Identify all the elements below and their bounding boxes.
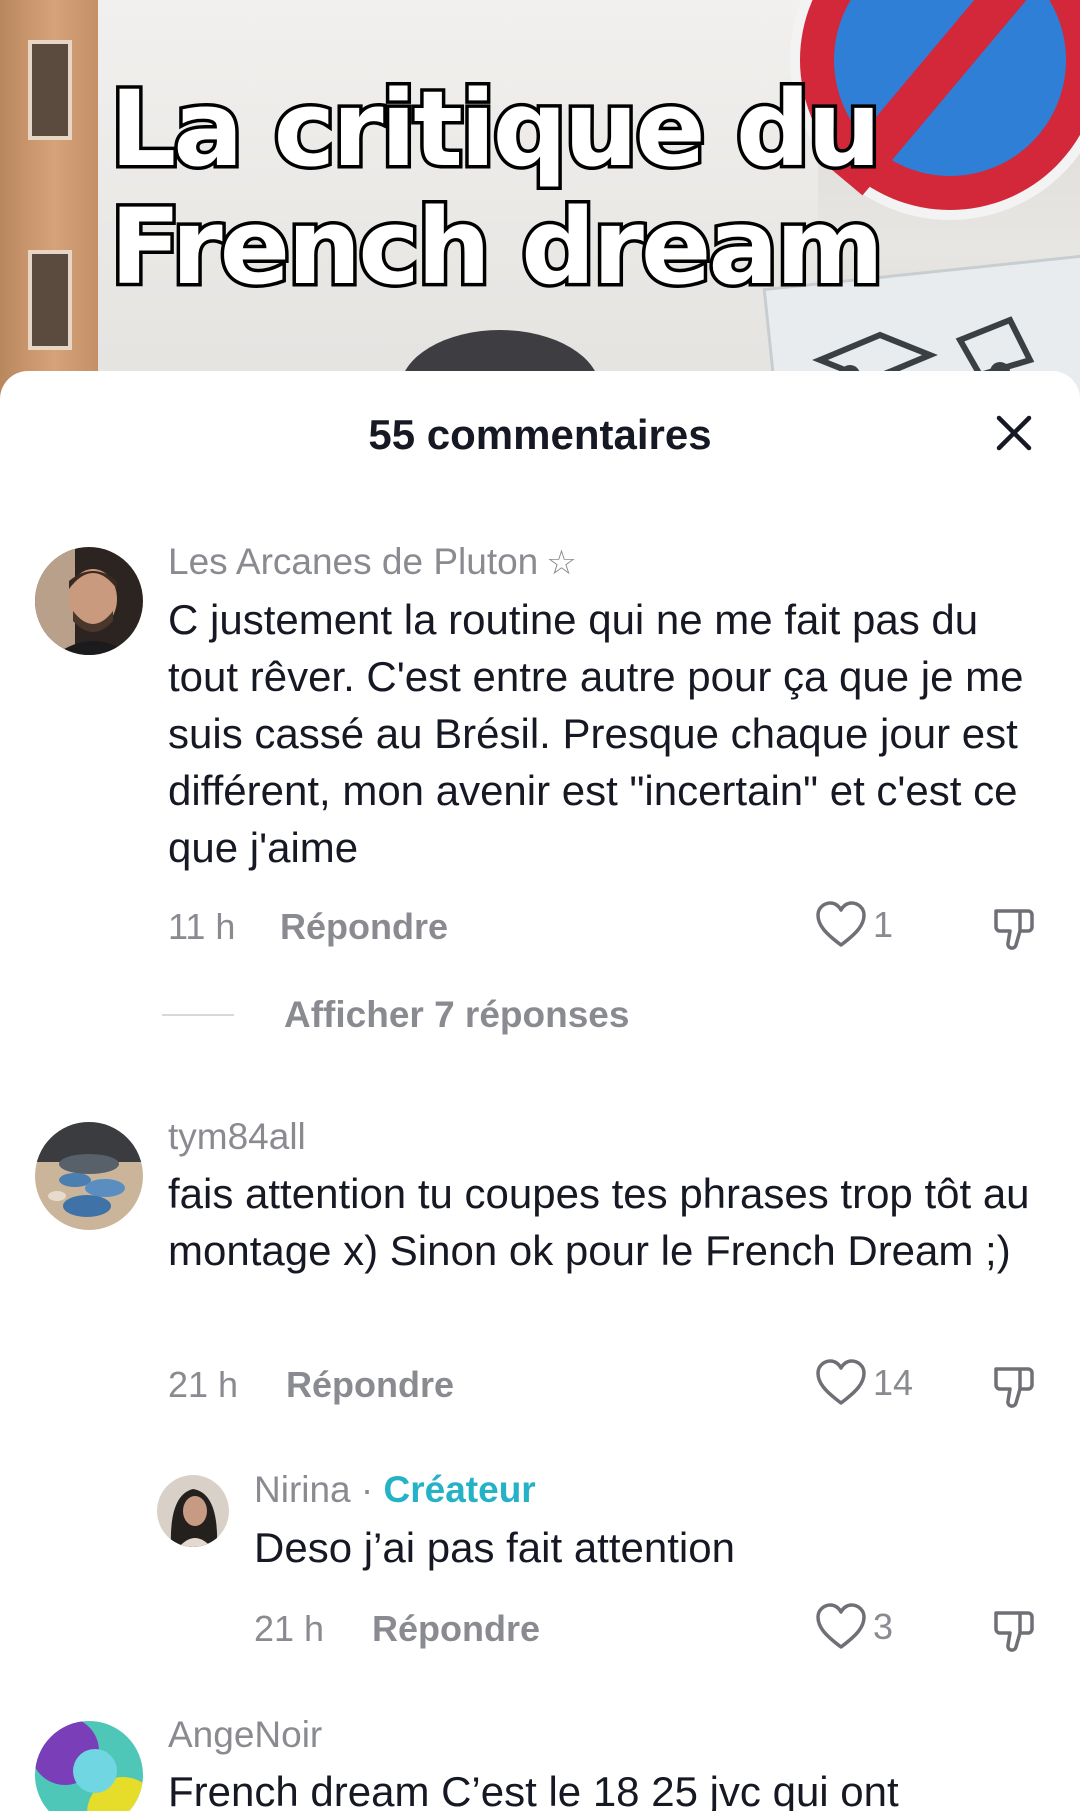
like-count: 3	[873, 1606, 894, 1647]
video-title-line1: La critique du	[107, 67, 885, 192]
creator-badge: Créateur	[383, 1469, 536, 1510]
username-separator: ·	[360, 1469, 374, 1510]
dislike-icon[interactable]	[990, 1363, 1038, 1411]
reply-button[interactable]: Répondre	[372, 1608, 540, 1650]
like-button[interactable]: 3	[815, 1603, 893, 1651]
avatar-image	[157, 1475, 229, 1547]
heart-icon	[816, 1359, 866, 1405]
reply-username[interactable]: Nirina	[254, 1469, 351, 1510]
close-button[interactable]	[988, 407, 1040, 459]
star-badge-icon: ☆	[546, 544, 577, 582]
building-window	[28, 40, 72, 140]
show-replies-button[interactable]: Afficher 7 réponses	[162, 994, 629, 1036]
comments-sheet: 55 commentaires Les Arcanes de Pluton ☆ C…	[0, 371, 1080, 1811]
like-button[interactable]: 1	[815, 901, 893, 949]
like-count: 14	[873, 1362, 914, 1403]
video-title-line2: French dream	[107, 185, 888, 310]
like-button[interactable]: 14	[815, 1359, 913, 1407]
video-background: La critique du French dream	[0, 0, 1080, 420]
comment-username[interactable]: AngeNoir	[168, 1714, 322, 1756]
reply-avatar[interactable]	[157, 1475, 229, 1547]
dislike-icon[interactable]	[990, 1607, 1038, 1655]
heart-icon	[816, 1603, 866, 1649]
comment-username[interactable]: tym84all	[168, 1116, 306, 1158]
username-text: Les Arcanes de Pluton	[168, 541, 539, 582]
comment-text: fais attention tu coupes tes phrases tro…	[168, 1170, 1030, 1274]
reply-button[interactable]: Répondre	[280, 906, 448, 948]
reply-username-row: Nirina · Créateur	[254, 1469, 536, 1511]
comment-username[interactable]: Les Arcanes de Pluton ☆	[168, 541, 577, 583]
replies-divider	[162, 1014, 234, 1016]
comment-text: C justement la routine qui ne me fait pa…	[168, 596, 1024, 871]
avatar-image	[35, 547, 143, 655]
avatar-image	[35, 1721, 143, 1811]
avatar-image	[35, 1122, 143, 1230]
comments-count-title: 55 commentaires	[368, 411, 712, 458]
avatar[interactable]	[35, 1721, 143, 1811]
reply-button[interactable]: Répondre	[286, 1364, 454, 1406]
comment-time: 21 h	[168, 1364, 239, 1405]
avatar[interactable]	[35, 547, 143, 655]
comment-text: French dream C’est le 18 25 jvc qui ont	[168, 1768, 899, 1811]
building-window	[28, 250, 72, 350]
reply-text: Deso j’ai pas fait attention	[254, 1524, 735, 1571]
close-icon	[996, 415, 1032, 451]
comment-time: 11 h	[168, 906, 236, 947]
like-count: 1	[873, 904, 894, 945]
show-replies-label: Afficher 7 réponses	[284, 994, 630, 1035]
video-title: La critique du French dream	[107, 67, 970, 310]
video-building	[0, 0, 98, 420]
heart-icon	[816, 901, 866, 947]
reply-time: 21 h	[254, 1608, 325, 1649]
avatar[interactable]	[35, 1122, 143, 1230]
dislike-icon[interactable]	[990, 905, 1038, 953]
